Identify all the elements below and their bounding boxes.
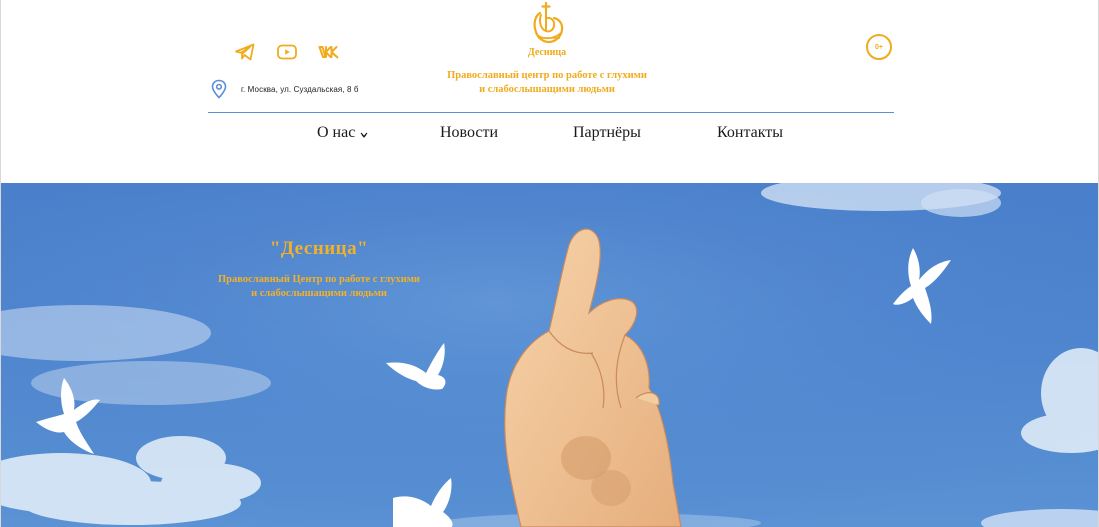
social-links: [233, 40, 341, 64]
tagline-line-1: Православный центр по работе с глухими: [447, 70, 647, 81]
vk-icon: [318, 46, 339, 59]
location-pin-icon: [211, 79, 227, 99]
nav-item-contacts[interactable]: Контакты: [717, 124, 783, 142]
nav-item-contacts-label: Контакты: [717, 124, 784, 141]
site-header: г. Москва, ул. Суздальская, 8 б Десница …: [1, 0, 1098, 183]
hero-subtitle: Православный Центр по работе с глухими и…: [201, 273, 437, 301]
youtube-icon: [277, 44, 297, 60]
youtube-link[interactable]: [275, 40, 299, 64]
logo-emblem-icon: [533, 1, 564, 44]
header-divider: [208, 112, 894, 113]
nav-item-news[interactable]: Новости: [440, 124, 498, 142]
telegram-link[interactable]: [233, 40, 257, 64]
hero-subtitle-line-1: Православный Центр по работе с глухими: [218, 274, 420, 285]
tagline-line-2: и слабослышащими людьми: [479, 84, 615, 95]
age-rating-badge: 0+: [866, 34, 892, 60]
nav-item-partners-label: Партнёры: [573, 124, 641, 141]
hero-title: "Десница": [269, 238, 369, 259]
hero-illustration: [1, 183, 1098, 527]
chevron-down-icon: [360, 132, 368, 138]
vk-link[interactable]: [317, 40, 341, 64]
nav-item-about-label: О нас: [317, 124, 356, 141]
nav-item-news-label: Новости: [440, 124, 499, 141]
logo[interactable]: Десница: [518, 0, 576, 62]
nav-item-partners[interactable]: Партнёры: [573, 124, 641, 142]
hero-subtitle-line-2: и слабослышащими людьми: [251, 288, 387, 299]
telegram-icon: [235, 43, 255, 61]
address-text: г. Москва, ул. Суздальская, 8 б: [241, 84, 359, 94]
nav-item-about[interactable]: О нас: [317, 124, 368, 142]
address: г. Москва, ул. Суздальская, 8 б: [210, 79, 359, 99]
hero-banner: "Десница" Православный Центр по работе с…: [1, 183, 1098, 527]
page: г. Москва, ул. Суздальская, 8 б Десница …: [0, 0, 1099, 527]
logo-name: Десница: [527, 47, 567, 58]
main-nav: О нас Новости Партнёры Контакты: [1, 124, 1098, 148]
site-tagline: Православный центр по работе с глухими и…: [421, 69, 673, 97]
